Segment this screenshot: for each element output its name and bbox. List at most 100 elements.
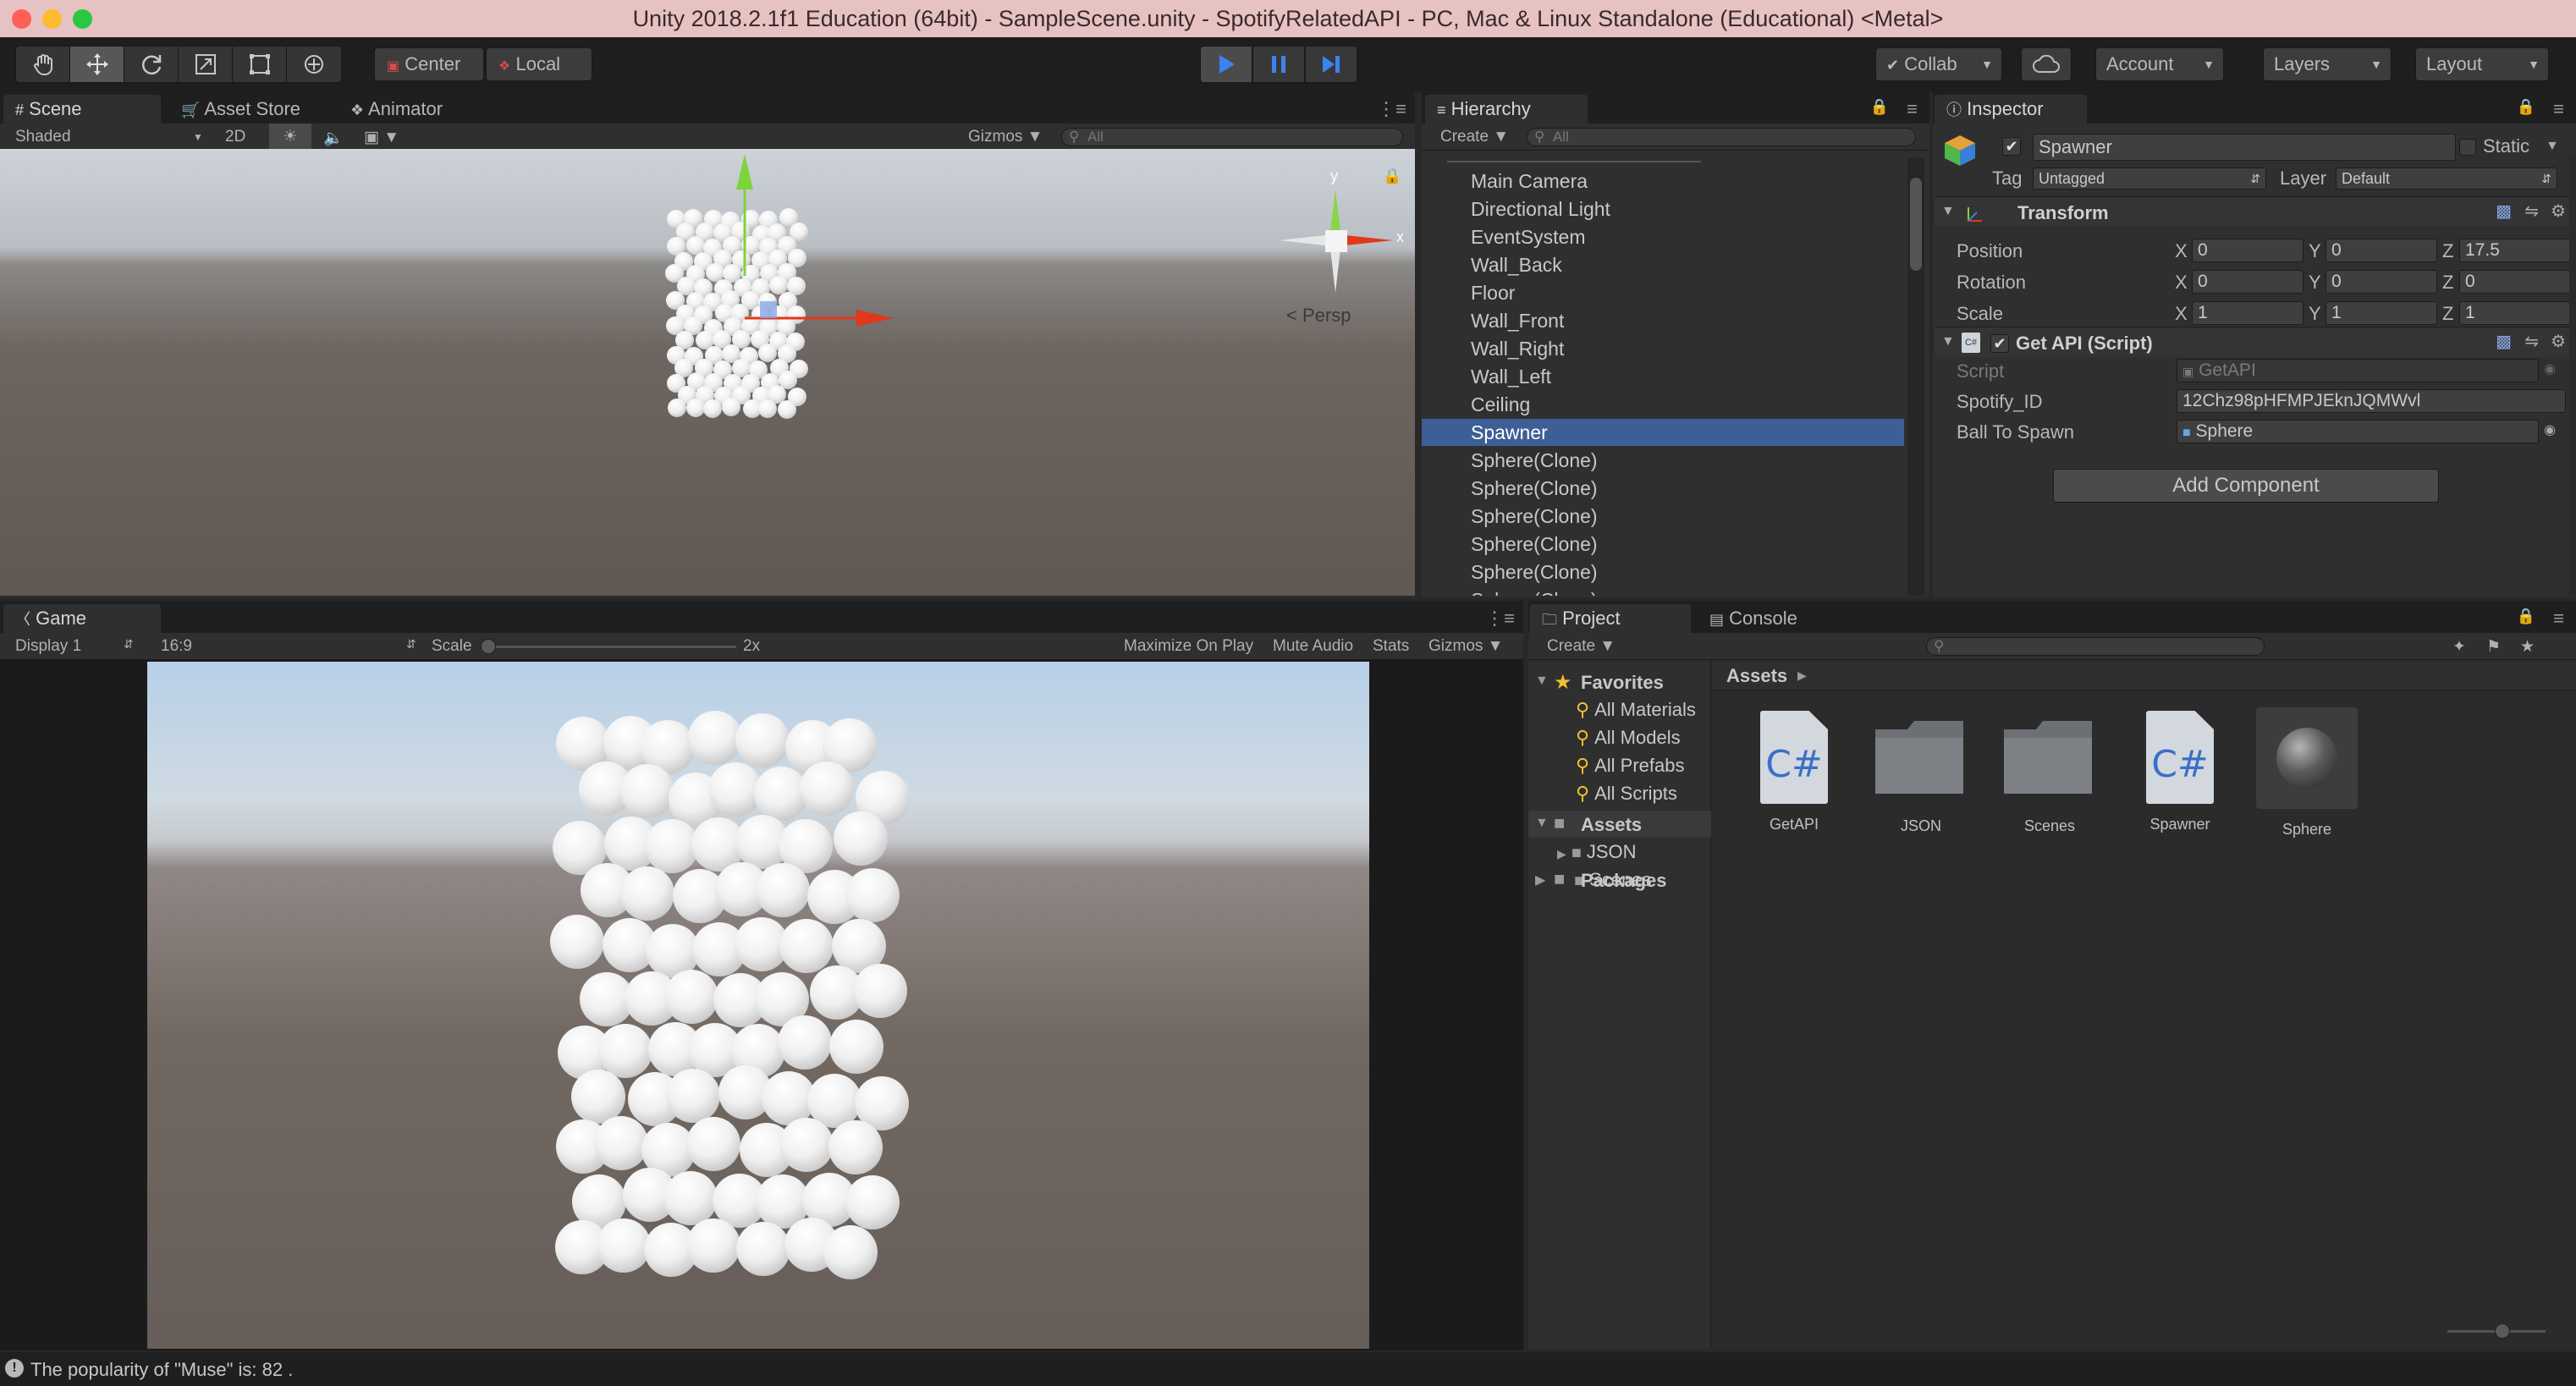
panel-menu-icon[interactable]: ≡	[2553, 98, 2564, 120]
hierarchy-scroll-thumb[interactable]	[1910, 178, 1922, 271]
tab-asset-store[interactable]: 🛒 Asset Store	[169, 95, 339, 124]
scene-root-row[interactable]	[1447, 156, 1701, 162]
spotify-id-field[interactable]: 12Chz98pHFMPJEknJQMWvl	[2177, 389, 2566, 413]
script-component-header[interactable]: ▼ C# ✔ Get API (Script) ▩ ⇋ ⚙	[1935, 327, 2574, 357]
orientation-gizmo[interactable]: y x 🔒	[1269, 164, 1413, 308]
transform-y-field[interactable]: 1	[2326, 301, 2437, 325]
effects-toggle-icon[interactable]: ▣ ▼	[364, 128, 399, 147]
favorite-item[interactable]: ⚲ All Prefabs	[1576, 755, 1711, 780]
game-gizmos-dropdown[interactable]: Gizmos ▼	[1428, 637, 1504, 656]
tab-game[interactable]: 〈 Game	[3, 604, 161, 633]
collab-dropdown[interactable]: ✔ Collab ▼	[1875, 47, 2002, 81]
display-dropdown[interactable]: Display 1	[15, 637, 81, 656]
favorite-item[interactable]: ⚲ All Scripts	[1576, 783, 1711, 808]
rect-tool-button[interactable]	[233, 47, 287, 82]
hierarchy-item[interactable]: Wall_Back	[1422, 251, 1904, 278]
help-icon[interactable]: ▩	[2496, 331, 2512, 352]
panel-menu-icon[interactable]: ⋮≡	[1485, 608, 1515, 630]
pause-button[interactable]	[1252, 46, 1305, 83]
audio-toggle-icon[interactable]: 🔈	[323, 128, 344, 148]
hierarchy-item[interactable]: Wall_Left	[1422, 363, 1904, 390]
scene-search-input[interactable]: ⚲ All	[1061, 128, 1403, 146]
favorite-item[interactable]: ⚲ All Models	[1576, 727, 1711, 752]
tab-hierarchy[interactable]: ≡ Hierarchy	[1425, 95, 1588, 124]
transform-z-field[interactable]: 0	[2459, 270, 2571, 294]
hierarchy-item[interactable]: Wall_Right	[1422, 335, 1904, 362]
transform-z-field[interactable]: 1	[2459, 301, 2571, 325]
maximize-on-play-toggle[interactable]: Maximize On Play	[1124, 637, 1253, 656]
hierarchy-item[interactable]: Sphere(Clone)	[1422, 503, 1904, 530]
asset-item-folder[interactable]: Scenes	[1990, 711, 2109, 835]
step-button[interactable]	[1305, 46, 1357, 83]
panel-menu-icon[interactable]: ≡	[2553, 608, 2564, 630]
packages-tree-label[interactable]: Packages	[1581, 870, 1667, 892]
preset-icon[interactable]: ⇋	[2524, 201, 2539, 222]
transform-x-field[interactable]: 1	[2192, 301, 2304, 325]
pivot-local-button[interactable]: ❖ Local	[486, 47, 592, 81]
active-checkbox[interactable]: ✔	[2002, 137, 2021, 156]
assets-tree-label[interactable]: Assets	[1581, 814, 1642, 836]
foldout-arrow-icon[interactable]: ▼	[1535, 674, 1549, 689]
hierarchy-item[interactable]: Sphere(Clone)	[1422, 475, 1904, 502]
lighting-toggle-icon[interactable]: ☀	[269, 124, 311, 150]
lock-icon[interactable]: 🔒	[1870, 98, 1889, 116]
tab-scene[interactable]: # Scene	[3, 95, 161, 124]
transform-z-field[interactable]: 17.5	[2459, 239, 2571, 262]
pivot-center-button[interactable]: ▣ Center	[374, 47, 484, 81]
gear-icon[interactable]: ⚙	[2551, 201, 2566, 222]
layout-dropdown[interactable]: Layout ▼	[2415, 47, 2549, 81]
scale-tool-button[interactable]	[179, 47, 233, 82]
preset-icon[interactable]: ⇋	[2524, 331, 2539, 352]
panel-menu-icon[interactable]: ≡	[1907, 98, 1918, 120]
project-create-dropdown[interactable]: Create ▼	[1547, 637, 1616, 656]
favorite-star-icon[interactable]: ★	[2520, 637, 2535, 657]
hierarchy-item[interactable]: Sphere(Clone)	[1422, 586, 1904, 596]
hierarchy-item[interactable]: Sphere(Clone)	[1422, 558, 1904, 586]
foldout-arrow-icon[interactable]: ▶	[1557, 847, 1566, 861]
hierarchy-item[interactable]: Main Camera	[1422, 168, 1904, 195]
status-bar[interactable]: ! The popularity of "Muse" is: 82 .	[0, 1352, 2576, 1386]
tab-project[interactable]: 🗀 Project	[1530, 604, 1691, 633]
transform-y-field[interactable]: 0	[2326, 239, 2437, 262]
asset-item-material[interactable]: Sphere	[2248, 707, 2366, 839]
asset-folder-item[interactable]: ▶ ■ JSON	[1557, 841, 1709, 866]
hierarchy-create-dropdown[interactable]: Create ▼	[1440, 128, 1509, 146]
layer-dropdown[interactable]: Default ⇵	[2336, 168, 2557, 190]
hierarchy-item[interactable]: Floor	[1422, 279, 1904, 306]
project-search-input[interactable]: ⚲	[1926, 637, 2265, 656]
lock-icon[interactable]: 🔒	[2517, 608, 2535, 625]
foldout-arrow-icon[interactable]: ▶	[1535, 872, 1545, 888]
asset-item-folder[interactable]: JSON	[1862, 711, 1980, 835]
transform-component-header[interactable]: ▼ Transform ▩ ⇋ ⚙	[1935, 196, 2574, 227]
hand-tool-button[interactable]	[16, 47, 70, 82]
scale-slider[interactable]	[481, 639, 736, 654]
object-name-field[interactable]: Spawner	[2033, 134, 2456, 161]
cloud-button[interactable]	[2021, 47, 2072, 81]
transform-x-field[interactable]: 0	[2192, 270, 2304, 294]
icon-size-slider[interactable]	[2447, 1323, 2546, 1339]
breadcrumb-assets[interactable]: Assets	[1726, 665, 1787, 687]
move-tool-button[interactable]	[70, 47, 124, 82]
aspect-dropdown[interactable]: 16:9	[161, 637, 192, 656]
rotate-tool-button[interactable]	[124, 47, 179, 82]
hierarchy-search-input[interactable]: ⚲ All	[1527, 128, 1916, 146]
hierarchy-item[interactable]: Sphere(Clone)	[1422, 531, 1904, 558]
inspector-scrollbar[interactable]	[2569, 156, 2576, 596]
mute-audio-toggle[interactable]: Mute Audio	[1273, 637, 1353, 656]
hierarchy-item[interactable]: Directional Light	[1422, 195, 1904, 223]
lock-icon[interactable]: 🔒	[1383, 168, 1401, 185]
gizmos-dropdown[interactable]: Gizmos ▼	[968, 128, 1043, 146]
persp-label[interactable]: < Persp	[1286, 305, 1351, 327]
hierarchy-scrollbar[interactable]	[1907, 157, 1924, 596]
add-component-button[interactable]: Add Component	[2053, 469, 2439, 503]
scene-viewport[interactable]: y x 🔒 < Persp	[0, 149, 1415, 596]
gear-icon[interactable]: ⚙	[2551, 331, 2566, 352]
asset-item-script[interactable]: C# GetAPI	[1735, 711, 1853, 833]
favorites-label[interactable]: Favorites	[1581, 672, 1664, 694]
transform-x-field[interactable]: 0	[2192, 239, 2304, 262]
hierarchy-item[interactable]: Sphere(Clone)	[1422, 447, 1904, 474]
favorite-item[interactable]: ⚲ All Materials	[1576, 699, 1711, 724]
hierarchy-item[interactable]: EventSystem	[1422, 223, 1904, 250]
mode-2d-toggle[interactable]: 2D	[225, 128, 245, 146]
lock-icon[interactable]: 🔒	[2517, 98, 2535, 116]
